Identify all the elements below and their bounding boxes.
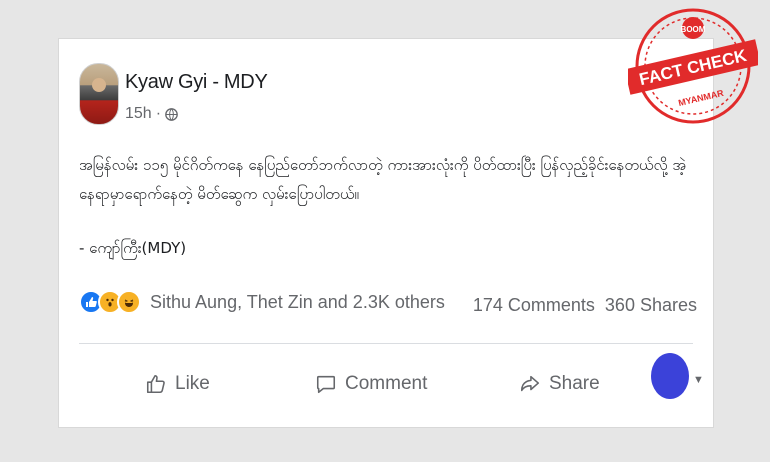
like-button[interactable]: Like — [145, 359, 210, 409]
comment-button[interactable]: Comment — [315, 359, 427, 409]
actions-divider — [79, 343, 693, 344]
reaction-summary[interactable]: Sithu Aung, Thet Zin and 2.3K others — [79, 290, 445, 314]
profile-audience-avatar[interactable] — [651, 353, 689, 399]
post-signature: - ကျော်ကြီး(MDY) — [79, 239, 187, 257]
post-timestamp[interactable]: 15h — [125, 105, 152, 123]
action-bar: Like Comment Share — [59, 359, 713, 409]
shares-count[interactable]: 360 Shares — [605, 295, 697, 316]
chevron-down-icon[interactable]: ▼ — [693, 374, 704, 386]
stamp-main-text: FACT CHECK — [637, 46, 749, 89]
reaction-names[interactable]: Sithu Aung, Thet Zin and 2.3K others — [150, 292, 445, 313]
thumbs-up-icon — [146, 374, 165, 394]
meta-separator: · — [155, 105, 162, 122]
fact-check-stamp: BOOM FACT CHECK MYANMAR — [628, 8, 758, 124]
stamp-top-text: BOOM — [681, 25, 706, 34]
haha-icon — [117, 290, 141, 314]
author-name[interactable]: Kyaw Gyi - MDY — [125, 71, 268, 94]
comments-count[interactable]: 174 Comments — [473, 295, 595, 316]
share-icon — [520, 375, 540, 392]
engagement-counts: 174 Comments 360 Shares — [473, 295, 697, 316]
like-label: Like — [175, 373, 210, 394]
post-body: အမြန်လမ်း ၁၁၅ မိုင်ဂိတ်ကနေ နေပြည်တော်ဘက်… — [79, 156, 687, 203]
share-button[interactable]: Share — [519, 359, 600, 409]
share-label: Share — [549, 373, 600, 394]
stamp-bottom-text: MYANMAR — [677, 88, 725, 108]
facebook-post-card: Kyaw Gyi - MDY 15h · အမြန်လမ်း ၁၁၅ မိုင်… — [59, 39, 713, 427]
avatar-head — [92, 78, 106, 92]
globe-icon — [165, 107, 178, 121]
comment-label: Comment — [345, 373, 428, 394]
author-avatar[interactable] — [79, 63, 119, 125]
post-meta: 15h · — [125, 105, 178, 123]
comment-icon — [316, 375, 336, 394]
